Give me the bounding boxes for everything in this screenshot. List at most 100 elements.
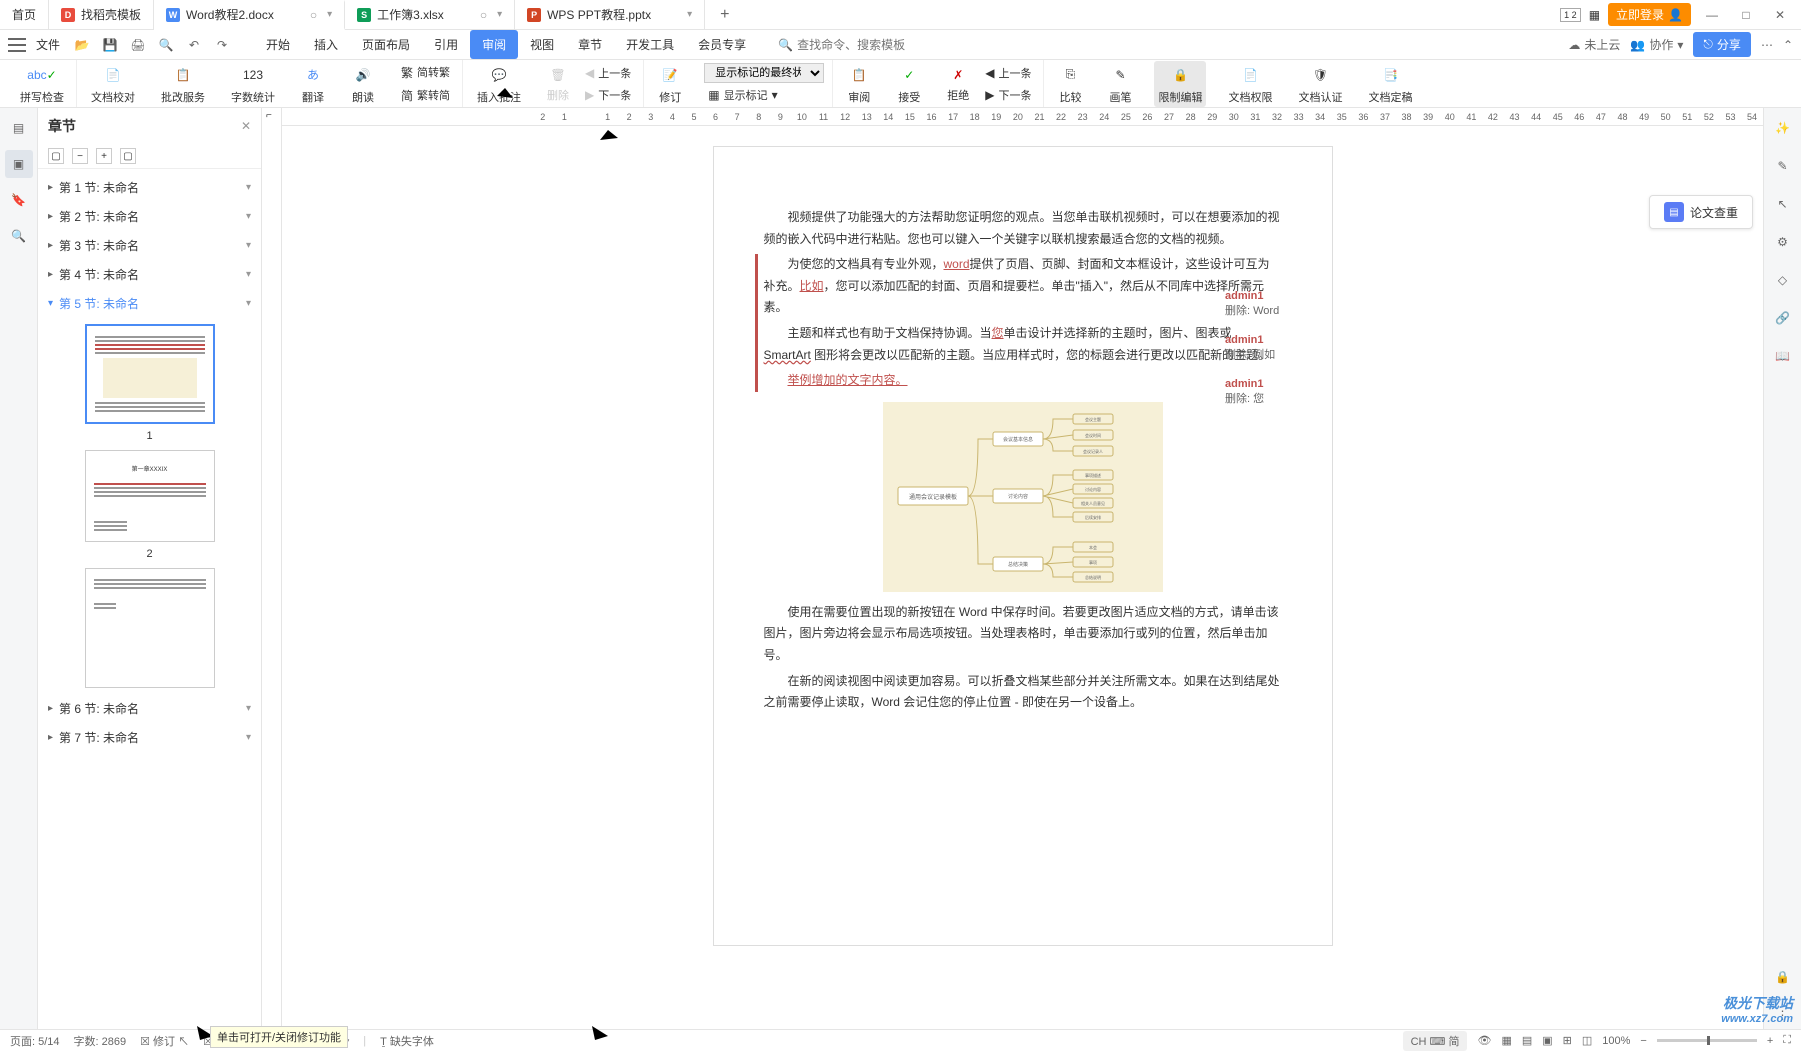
chevron-down-icon[interactable]: ▾ [246,732,251,743]
ime-badge[interactable]: CH ⌨ 简 [1403,1031,1468,1051]
doc-perm-button[interactable]: 📄文档权限 [1224,61,1276,107]
tab-layout[interactable]: 页面布局 [350,30,422,59]
zoom-slider[interactable] [1657,1039,1757,1042]
next-comment-button[interactable]: ▶下一条 [581,85,635,105]
panel-close-icon[interactable]: ✕ [241,119,251,133]
close-icon[interactable]: ▾ [497,9,502,20]
tab-view[interactable]: 视图 [518,30,566,59]
word-count[interactable]: 字数: 2869 [74,1033,127,1049]
spell-check-button[interactable]: abc✓ 拼写检查 [16,61,68,107]
pen-icon[interactable]: ✎ [1769,152,1797,180]
next-change-button[interactable]: ▶下一条 [981,85,1035,105]
delete-comment-button[interactable]: 🗑删除 [543,63,573,105]
tab-chapter[interactable]: 章节 [566,30,614,59]
tab-review[interactable]: 审阅 [470,30,518,59]
tab-dev[interactable]: 开发工具 [614,30,686,59]
tab-vip[interactable]: 会员专享 [686,30,758,59]
status-font[interactable]: Ṯ 缺失字体 [380,1033,434,1049]
doc-proof-button[interactable]: 📄文档校对 [87,61,139,107]
chevron-down-icon[interactable]: ▾ [246,211,251,222]
chapter-item[interactable]: ▸第 6 节: 未命名▾ [38,694,261,723]
zoom-level[interactable]: 100% [1602,1035,1630,1047]
select-icon[interactable]: ↖ [1769,190,1797,218]
chapter-item[interactable]: ▸第 4 节: 未命名▾ [38,260,261,289]
preview-icon[interactable]: 🔍 [154,33,178,57]
close-button[interactable]: ✕ [1767,2,1793,28]
revision-item[interactable]: admin1 删除: Word [1225,290,1279,318]
doc-auth-button[interactable]: 🛡文档认证 [1294,61,1346,107]
link-icon[interactable]: 🔗 [1769,304,1797,332]
word-count-button[interactable]: 123字数统计 [227,61,279,107]
reject-button[interactable]: ✗拒绝 [943,63,973,105]
search-input[interactable] [797,38,947,52]
tab-reference[interactable]: 引用 [422,30,470,59]
review-pane-button[interactable]: 📋审阅 [843,61,875,107]
menu-search[interactable]: 🔍 [778,38,947,52]
hamburger-icon[interactable] [8,38,26,52]
chevron-down-icon[interactable]: ▾ [246,182,251,193]
page-indicator[interactable]: 页面: 5/14 [10,1033,60,1049]
undo-icon[interactable]: ↶ [182,33,206,57]
tab-doc[interactable]: W Word教程2.docx ○ ▾ [154,0,345,30]
view-mode-2-icon[interactable]: ▤ [1522,1034,1532,1047]
apps-icon[interactable]: ▦ [1589,8,1600,22]
view-icon[interactable]: 👁 [1477,1034,1491,1047]
translate-button[interactable]: あ翻译 [297,61,329,107]
tab-templates[interactable]: D 找稻壳模板 [49,0,154,30]
chevron-down-icon[interactable]: ▾ [246,703,251,714]
save-icon[interactable]: 💾 [98,33,122,57]
chapter-item[interactable]: ▸第 7 节: 未命名▾ [38,723,261,752]
grid-icon[interactable]: 1 2 [1560,8,1581,22]
view-mode-4-icon[interactable]: ⊞ [1563,1034,1572,1047]
zoom-in-icon[interactable]: + [1767,1035,1773,1047]
tab-home[interactable]: 首页 [0,0,49,30]
bookmark-icon[interactable]: 🔖 [5,186,33,214]
tool-4[interactable]: ▢ [120,148,136,164]
collab-button[interactable]: 👥 协作 ▾ [1630,36,1683,53]
tab-ppt[interactable]: P WPS PPT教程.pptx ▾ [515,0,705,30]
read-button[interactable]: 🔊朗读 [347,61,379,107]
convert2-button[interactable]: 简繁转简 [397,85,454,106]
fullscreen-icon[interactable]: ⛶ [1783,1034,1791,1047]
status-track[interactable]: ☒ 修订 ↖ [140,1033,189,1049]
print-icon[interactable]: 🖨 [126,33,150,57]
shape-icon[interactable]: ◇ [1769,266,1797,294]
zoom-out-icon[interactable]: − [1640,1035,1646,1047]
chapter-icon[interactable]: ▣ [5,150,33,178]
book-icon[interactable]: 📖 [1769,342,1797,370]
track-button[interactable]: 📝修订 [654,61,686,107]
new-tab-button[interactable]: + [705,6,744,24]
restrict-button[interactable]: 🔒限制编辑 [1154,61,1206,107]
tool-3[interactable]: + [96,148,112,164]
redo-icon[interactable]: ↷ [210,33,234,57]
view-mode-1-icon[interactable]: ▦ [1501,1034,1511,1047]
tab-insert[interactable]: 插入 [302,30,350,59]
settings-icon[interactable]: ⚙ [1769,228,1797,256]
accept-button[interactable]: ✓接受 [893,61,925,107]
page-thumbnail-1[interactable] [85,324,215,424]
outline-icon[interactable]: ▤ [5,114,33,142]
revision-item[interactable]: admin1 删除: 例如 [1225,334,1279,362]
chapter-item[interactable]: ▸第 2 节: 未命名▾ [38,202,261,231]
vertical-ruler[interactable] [262,108,282,1029]
revision-item[interactable]: admin1 删除: 您 [1225,378,1279,406]
doc-final-button[interactable]: 📑文档定稿 [1364,61,1416,107]
document-page[interactable]: 视频提供了功能强大的方法帮助您证明您的观点。当您单击联机视频时，可以在想要添加的… [713,146,1333,946]
close-icon[interactable]: ▾ [327,9,332,20]
prev-comment-button[interactable]: ◀上一条 [581,63,635,83]
lock-icon[interactable]: 🔒 [1769,963,1797,991]
horizontal-ruler[interactable]: 2112345678910111213141516171819202122232… [282,108,1763,126]
insert-comment-button[interactable]: 💬插入批注 [473,61,525,107]
tab-sheet[interactable]: S 工作簿3.xlsx ○ ▾ [345,0,515,30]
approval-button[interactable]: 📋批改服务 [157,61,209,107]
collapse-icon[interactable]: ⌃ [1783,38,1793,52]
ink-button[interactable]: ✎画笔 [1104,61,1136,107]
chevron-down-icon[interactable]: ▾ [246,269,251,280]
file-menu[interactable]: 文件 [30,36,66,53]
maximize-button[interactable]: □ [1733,2,1759,28]
display-select[interactable]: 显示标记的最终状态 [704,63,824,83]
compare-button[interactable]: ⎘比较 [1054,61,1086,107]
minimize-button[interactable]: — [1699,2,1725,28]
chevron-down-icon[interactable]: ▾ [246,298,251,309]
paper-check-button[interactable]: ▤ 论文查重 [1649,195,1753,229]
